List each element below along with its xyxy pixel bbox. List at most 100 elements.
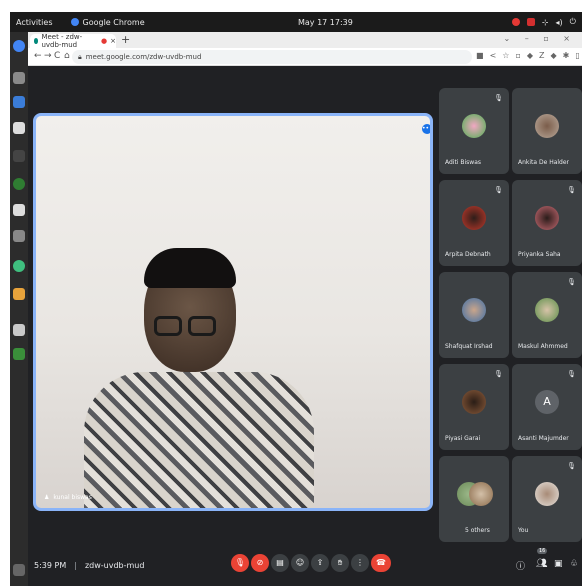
participant-name: Piyasi Garai bbox=[445, 435, 481, 442]
extension-icon[interactable]: ◆ bbox=[551, 51, 557, 60]
google-meet-stage: ••• ♟ kunal biswas 🎙︎ Aditi Biswas Ankit… bbox=[28, 66, 582, 586]
participant-tile[interactable]: 🎙︎ Priyanka Saha bbox=[512, 180, 582, 266]
app-green-dock-icon[interactable] bbox=[13, 260, 25, 272]
reload-icon[interactable]: C bbox=[54, 51, 60, 61]
main-video-tile[interactable]: ••• ♟ kunal biswas bbox=[33, 113, 433, 511]
mic-off-icon: 🎙︎ bbox=[567, 186, 576, 194]
sidebar-icon[interactable]: ▯ bbox=[575, 51, 579, 60]
share-icon[interactable]: < bbox=[490, 51, 497, 60]
system-tray[interactable]: ⊹ ◂) ⏻ bbox=[511, 17, 576, 27]
window-controls[interactable]: ⌄ – ▫ × bbox=[504, 34, 576, 43]
tab-close-icon[interactable]: × bbox=[110, 37, 116, 45]
camera-toggle-button[interactable]: ⊘ bbox=[251, 554, 269, 572]
app-indicator-icon bbox=[526, 18, 535, 26]
new-tab-icon[interactable]: + bbox=[121, 33, 130, 46]
chat-icon[interactable]: ▣ bbox=[554, 559, 563, 569]
writer-dock-icon[interactable] bbox=[13, 96, 25, 108]
app-menu[interactable]: Google Chrome bbox=[70, 17, 145, 27]
participant-avatar bbox=[462, 298, 486, 322]
participant-tile[interactable]: 🎙︎ Piyasi Garai bbox=[439, 364, 509, 450]
participant-tile[interactable]: Ankita De Halder bbox=[512, 88, 582, 174]
mic-off-icon: 🎙︎ bbox=[567, 370, 576, 378]
self-tile[interactable]: 🎙︎ You bbox=[512, 456, 582, 542]
url-text: meet.google.com/zdw-uvdb-mud bbox=[85, 53, 202, 61]
others-tile[interactable]: 5 others bbox=[439, 456, 509, 542]
tab-meet[interactable]: Meet - zdw-uvdb-mud ● × bbox=[30, 33, 116, 49]
lock-icon: 🔒︎ bbox=[78, 52, 82, 61]
volume-icon: ◂) bbox=[555, 17, 563, 27]
settings-dock-icon[interactable] bbox=[13, 230, 25, 242]
mic-off-icon: 🎙︎ bbox=[494, 370, 503, 378]
record-icon bbox=[511, 18, 520, 26]
mic-off-icon: 🎙︎ bbox=[567, 278, 576, 286]
mic-toggle-button[interactable]: 🎙︎ bbox=[231, 554, 249, 572]
document-dock-icon[interactable] bbox=[13, 204, 25, 216]
participant-tile[interactable]: 🎙︎ Maskul Ahmmed bbox=[512, 272, 582, 358]
mic-off-icon: 🎙︎ bbox=[494, 186, 503, 194]
leave-call-button[interactable]: ☎︎ bbox=[371, 554, 391, 572]
system-clock[interactable]: May 17 17:39 bbox=[298, 18, 353, 27]
participant-tile[interactable]: 🎙︎ A Asanti Majumder bbox=[512, 364, 582, 450]
people-icon[interactable]: 👥︎ bbox=[536, 559, 547, 569]
folder-dock-icon[interactable] bbox=[13, 288, 25, 300]
speaker-glasses bbox=[154, 316, 182, 336]
participant-count-badge: 16 bbox=[537, 548, 548, 554]
text-editor-dock-icon[interactable] bbox=[13, 122, 25, 134]
more-options-button[interactable]: ⋮ bbox=[351, 554, 369, 572]
person-icon: ♟ bbox=[44, 494, 50, 501]
participant-name: Shafquat Irshad bbox=[445, 343, 493, 350]
app-dock-icon[interactable] bbox=[13, 178, 25, 190]
captions-button[interactable]: ▤ bbox=[271, 554, 289, 572]
bookmark-star-icon[interactable]: ☆ bbox=[502, 51, 509, 60]
power-icon: ⏻ bbox=[569, 17, 576, 26]
network-icon: ⊹ bbox=[541, 17, 549, 27]
camera-icon[interactable]: ■ bbox=[476, 51, 484, 60]
address-bar[interactable]: 🔒︎ meet.google.com/zdw-uvdb-mud bbox=[72, 50, 472, 64]
back-icon[interactable]: ← bbox=[34, 51, 42, 61]
meeting-info: 5:39 PM | zdw-uvdb-mud bbox=[34, 561, 145, 570]
participant-tile[interactable]: Shafquat Irshad bbox=[439, 272, 509, 358]
terminal-dock-icon[interactable] bbox=[13, 150, 25, 162]
participant-name: You bbox=[518, 527, 529, 534]
tab-title: Meet - zdw-uvdb-mud bbox=[41, 33, 83, 49]
participant-avatar bbox=[469, 482, 493, 506]
extension-icon[interactable]: ▫ bbox=[515, 51, 520, 60]
present-button[interactable]: ⇪ bbox=[311, 554, 329, 572]
speaker-hair bbox=[144, 248, 236, 288]
meet-favicon bbox=[34, 38, 39, 44]
participant-tile[interactable]: 🎙︎ Aditi Biswas bbox=[439, 88, 509, 174]
participant-name: Priyanka Saha bbox=[518, 251, 561, 258]
ubuntu-top-bar: Activities Google Chrome May 17 17:39 ⊹ … bbox=[10, 12, 582, 32]
participant-tile[interactable]: 🎙︎ Arpita Debnath bbox=[439, 180, 509, 266]
info-icon[interactable]: ⓘ bbox=[516, 559, 525, 572]
forward-icon[interactable]: → bbox=[44, 51, 52, 61]
files-dock-icon[interactable] bbox=[13, 72, 25, 84]
main-participant-name: kunal biswas bbox=[53, 494, 92, 501]
main-participant-label: ♟ kunal biswas bbox=[44, 494, 92, 501]
puzzle-icon[interactable]: ✱ bbox=[563, 51, 570, 60]
chrome-dock-icon[interactable] bbox=[13, 40, 25, 52]
chrome-icon bbox=[70, 18, 79, 26]
speaking-indicator-icon: ••• bbox=[422, 124, 433, 134]
extension-icon[interactable]: ◆ bbox=[527, 51, 533, 60]
participant-name: 5 others bbox=[465, 527, 490, 534]
spreadsheet-dock-icon[interactable] bbox=[13, 348, 25, 360]
speaker-video bbox=[84, 372, 314, 508]
trash-dock-icon[interactable] bbox=[13, 324, 25, 336]
screen: Activities Google Chrome May 17 17:39 ⊹ … bbox=[0, 0, 582, 586]
extensions-area[interactable]: ■ < ☆ ▫ ◆ Z ◆ ✱ ▯ ● ⋮ bbox=[476, 51, 582, 60]
participant-name: Arpita Debnath bbox=[445, 251, 491, 258]
raise-hand-button[interactable]: ✋︎ bbox=[331, 554, 349, 572]
activities-icon[interactable]: ♧ bbox=[570, 559, 578, 569]
show-apps-icon[interactable] bbox=[13, 564, 25, 576]
participant-avatar: A bbox=[535, 390, 559, 414]
extension-icon[interactable]: Z bbox=[539, 51, 544, 60]
participant-avatar bbox=[535, 298, 559, 322]
meeting-code: zdw-uvdb-mud bbox=[84, 561, 145, 570]
home-icon[interactable]: ⌂ bbox=[64, 51, 70, 61]
emoji-button[interactable]: ☺ bbox=[291, 554, 309, 572]
app-name: Google Chrome bbox=[82, 17, 145, 27]
activities-button[interactable]: Activities bbox=[16, 18, 53, 27]
speaker-glasses bbox=[188, 316, 216, 336]
participant-name: Maskul Ahmmed bbox=[518, 343, 568, 350]
